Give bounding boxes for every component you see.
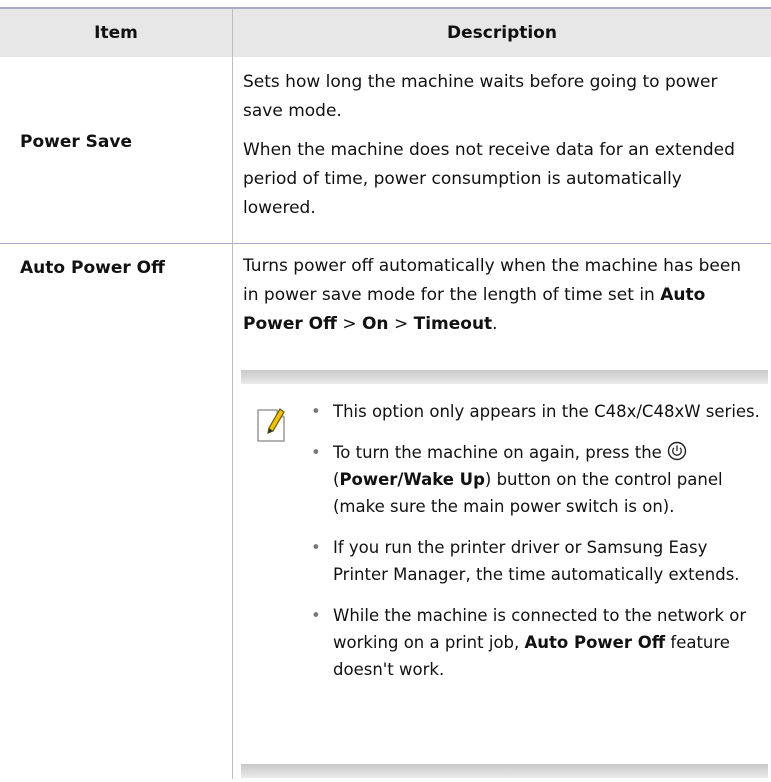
bullet-dot: • (311, 538, 321, 557)
header-description: Description (447, 23, 557, 43)
bullet-text: series. (705, 402, 760, 421)
model-name: C48x/C48xW (594, 402, 701, 421)
period: . (492, 314, 498, 334)
note-top-bar (241, 370, 768, 384)
note-bullet: • While the machine is connected to the … (311, 602, 761, 683)
column-divider (232, 57, 233, 779)
description-paragraph: Turns power off automatically when the m… (243, 252, 758, 339)
description-paragraph: Sets how long the machine waits before g… (243, 72, 718, 121)
menu-on: On (361, 314, 389, 334)
bullet-dot: • (311, 606, 321, 625)
row-label-auto-power-off: Auto Power Off (20, 258, 165, 278)
power-wake-up-label: Power/Wake Up (339, 470, 485, 489)
feature-name: Auto Power Off (524, 633, 666, 652)
bullet-text: If you run the printer driver or (333, 538, 582, 557)
spec-table: Item Description Power Save Sets how lon… (0, 0, 771, 782)
menu-timeout: Timeout (413, 314, 493, 334)
bullet-text: To turn the machine on again, press the (333, 443, 662, 462)
bullet-text: This option only appears in the (333, 402, 589, 421)
row-separator (0, 243, 771, 244)
note-pencil-icon (257, 408, 285, 442)
bullet-text: , the time automatically extends. (465, 565, 740, 584)
note-box: • This option only appears in the C48x/C… (241, 370, 768, 782)
bullet-dot: • (311, 443, 321, 462)
note-bottom-bar (241, 764, 768, 778)
menu-separator: > (342, 314, 357, 334)
row-description-power-save: Sets how long the machine waits before g… (243, 68, 758, 223)
menu-separator: > (393, 314, 409, 334)
note-bullet: • To turn the machine on again, press th… (311, 439, 761, 520)
note-bullet: • If you run the printer driver or Samsu… (311, 534, 761, 588)
note-bullet: • This option only appears in the C48x/C… (311, 398, 761, 425)
description-paragraph: When the machine does not receive data f… (243, 140, 735, 218)
header-item: Item (94, 23, 138, 43)
row-description-auto-power-off: Turns power off automatically when the m… (243, 252, 758, 339)
header-divider (232, 9, 233, 57)
power-icon (667, 441, 687, 461)
bullet-dot: • (311, 402, 321, 421)
row-label-power-save: Power Save (20, 132, 133, 152)
note-bullets: • This option only appears in the C48x/C… (311, 398, 761, 697)
